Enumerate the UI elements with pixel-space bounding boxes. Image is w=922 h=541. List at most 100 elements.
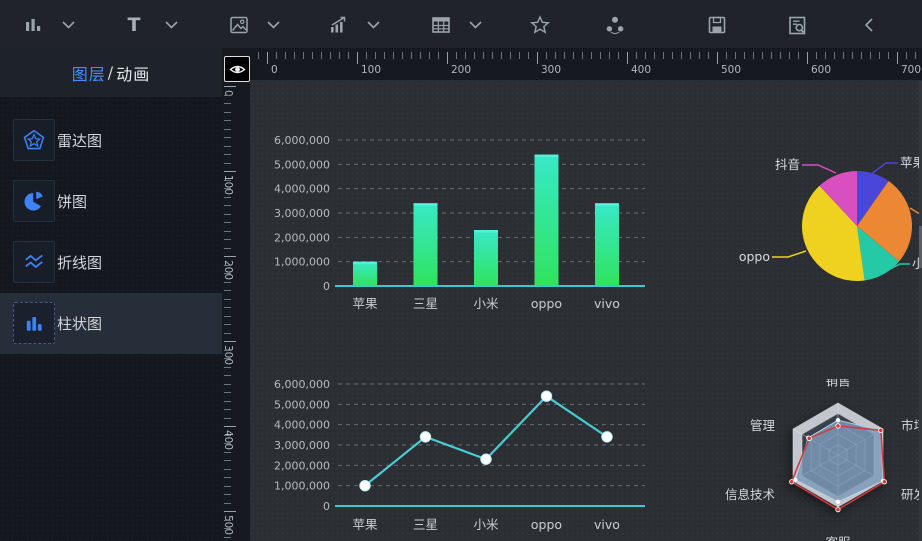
layer-item-pie-chart[interactable]: 饼图 xyxy=(0,171,222,232)
trend-chart-tool-dropdown[interactable] xyxy=(360,12,386,38)
ruler-tick xyxy=(224,86,236,87)
ruler-label: 600 xyxy=(811,64,831,76)
ruler-tick xyxy=(224,358,231,359)
image-tool-dropdown[interactable] xyxy=(260,12,286,38)
svg-text:2,000,000: 2,000,000 xyxy=(274,459,330,472)
layer-list: 雷达图 饼图 折线图 xyxy=(0,110,222,354)
data-point xyxy=(481,454,491,464)
ruler-tick xyxy=(267,52,268,64)
ruler-tick xyxy=(636,52,637,59)
ruler-tick xyxy=(224,154,231,155)
bar-chart-widget[interactable]: 01,000,0002,000,0003,000,0004,000,0005,0… xyxy=(268,113,658,328)
ruler-tick xyxy=(224,248,231,249)
ruler-tick xyxy=(681,52,682,59)
svg-text:oppo: oppo xyxy=(531,296,562,311)
ruler-tick xyxy=(816,52,817,59)
ruler-label: 400 xyxy=(222,430,234,450)
tab-layers[interactable]: 图层 xyxy=(72,61,106,85)
layer-item-column-chart[interactable]: 柱状图 xyxy=(0,293,222,354)
ruler-tick xyxy=(906,52,907,59)
save-tool-button[interactable] xyxy=(704,12,730,38)
preview-icon xyxy=(787,15,808,36)
svg-text:5,000,000: 5,000,000 xyxy=(274,158,330,171)
bar xyxy=(414,203,438,286)
ruler-tick xyxy=(672,52,673,59)
design-canvas[interactable]: 01,000,0002,000,0003,000,0004,000,0005,0… xyxy=(250,80,922,541)
ruler-tick xyxy=(915,52,916,59)
left-sidebar: 图层 / 动画 雷达图 xyxy=(0,48,222,541)
bar xyxy=(535,155,559,286)
column-chart-icon xyxy=(23,312,45,334)
svg-text:1,000,000: 1,000,000 xyxy=(274,480,330,493)
ruler-label: 100 xyxy=(361,64,381,76)
ruler-tick xyxy=(393,52,394,59)
ruler-tick xyxy=(224,282,231,283)
ruler-tick xyxy=(420,52,421,59)
favorite-tool-button[interactable] xyxy=(527,12,553,38)
bar-chart-tool-dropdown[interactable] xyxy=(55,12,81,38)
line-chart-widget[interactable]: 01,000,0002,000,0003,000,0004,000,0005,0… xyxy=(268,369,658,541)
ruler-tick xyxy=(402,52,403,59)
ruler-tick xyxy=(861,52,862,59)
share-tool-button[interactable] xyxy=(602,12,628,38)
svg-text:小米: 小米 xyxy=(473,296,499,311)
data-point xyxy=(420,432,430,442)
ruler-tick xyxy=(573,52,574,59)
ruler-tick xyxy=(224,443,231,444)
layer-item-line-chart[interactable]: 折线图 xyxy=(0,232,222,293)
ruler-tick xyxy=(843,52,844,59)
svg-text:0: 0 xyxy=(323,500,330,513)
sidebar-tabs: 图层 / 动画 xyxy=(0,48,222,97)
chevron-left-icon xyxy=(864,18,874,32)
ruler-label: 700 xyxy=(901,64,921,76)
tab-separator: / xyxy=(108,63,114,82)
ruler-tick xyxy=(224,188,231,189)
ruler-tick xyxy=(224,180,231,181)
table-tool-button[interactable] xyxy=(428,12,454,38)
chevron-down-icon xyxy=(267,21,280,29)
svg-text:4,000,000: 4,000,000 xyxy=(274,183,330,196)
ruler-label: 500 xyxy=(721,64,741,76)
table-tool-dropdown[interactable] xyxy=(462,12,488,38)
ruler-tick xyxy=(224,452,231,453)
ruler-tick xyxy=(474,52,475,59)
ruler-tick xyxy=(438,52,439,59)
collapse-toolbar-button[interactable] xyxy=(856,12,882,38)
ruler-tick xyxy=(224,384,231,385)
ruler-tick xyxy=(224,494,231,495)
ruler-label: 0 xyxy=(222,90,234,97)
text-tool-dropdown[interactable] xyxy=(158,12,184,38)
ruler-tick xyxy=(224,375,231,376)
layer-item-label: 雷达图 xyxy=(57,110,102,171)
svg-text:vivo: vivo xyxy=(594,517,620,532)
layer-item-radar-chart[interactable]: 雷达图 xyxy=(0,110,222,171)
ruler-label: 500 xyxy=(222,515,234,535)
bar-chart-tool-button[interactable] xyxy=(20,12,46,38)
image-icon xyxy=(229,15,249,35)
vertical-ruler: 0100200300400500 xyxy=(222,48,250,541)
tab-animation[interactable]: 动画 xyxy=(116,61,150,85)
save-icon xyxy=(707,15,727,35)
ruler-tick xyxy=(224,222,231,223)
text-tool-button[interactable]: T xyxy=(121,12,147,38)
pie-chart-widget[interactable]: 苹果小米oppo抖音 xyxy=(710,151,922,376)
ruler-tick xyxy=(224,316,231,317)
svg-text:苹果: 苹果 xyxy=(352,517,378,532)
radar-chart-widget[interactable]: 销售市场研发客服信息技术管理 xyxy=(720,379,922,541)
ruler-tick xyxy=(447,52,448,64)
preview-tool-button[interactable] xyxy=(784,12,810,38)
chevron-down-icon xyxy=(367,21,380,29)
ruler-tick xyxy=(888,52,889,59)
ruler-tick xyxy=(798,52,799,59)
ruler-tick xyxy=(564,52,565,59)
trend-chart-tool-button[interactable] xyxy=(326,12,352,38)
ruler-tick xyxy=(224,299,231,300)
ruler-tick xyxy=(224,197,231,198)
ruler-tick xyxy=(224,265,231,266)
svg-text:5,000,000: 5,000,000 xyxy=(274,398,330,411)
toggle-guides-button[interactable] xyxy=(224,56,250,82)
bar xyxy=(474,230,498,286)
ruler-tick xyxy=(224,426,236,427)
ruler-tick xyxy=(483,52,484,59)
image-tool-button[interactable] xyxy=(226,12,252,38)
